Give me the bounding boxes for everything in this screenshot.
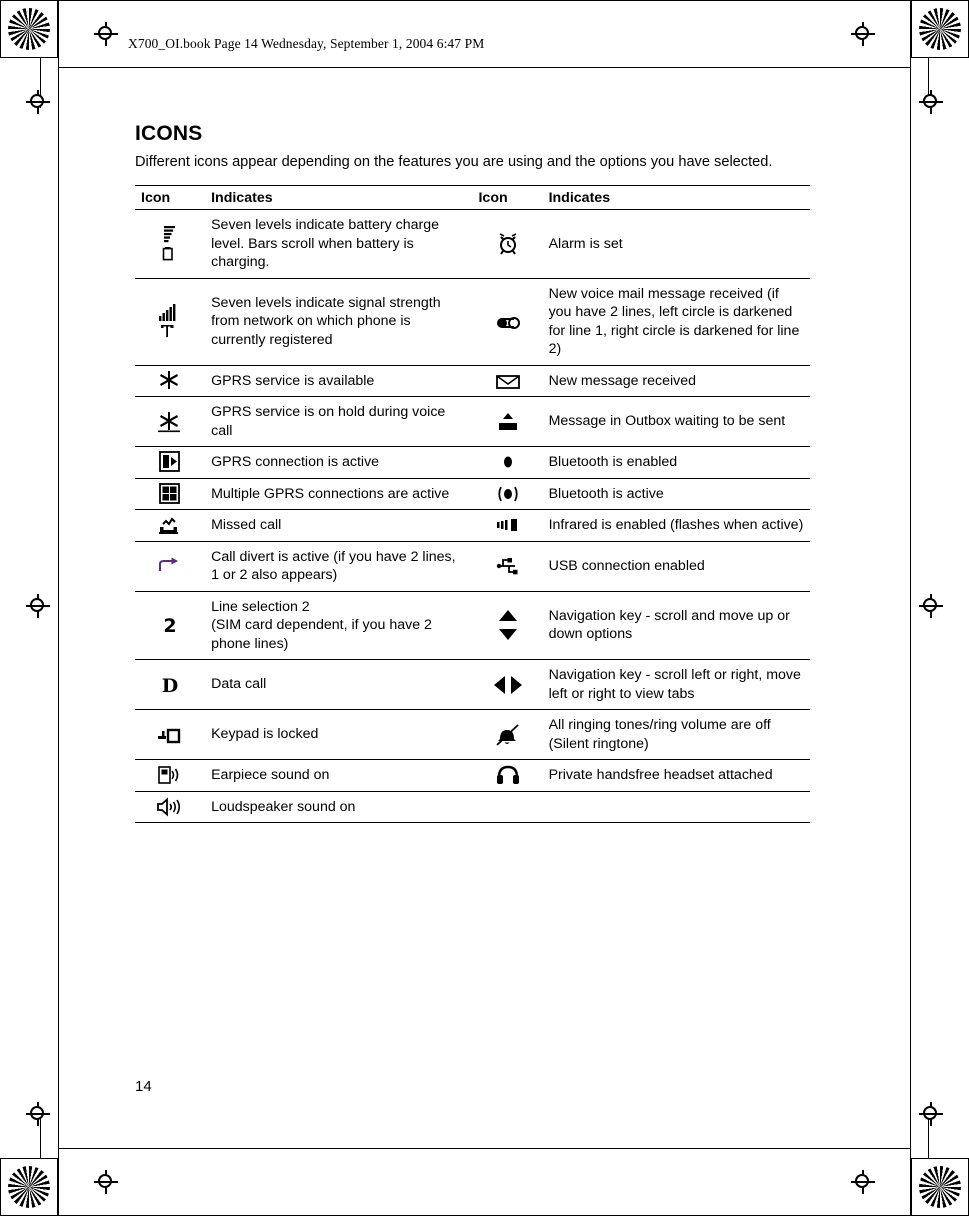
icons-table: Icon Indicates Icon Indicates Seven leve… — [135, 185, 810, 823]
icon-description-left: GPRS connection is active — [205, 446, 473, 479]
svg-text:D: D — [162, 675, 178, 697]
loudspeaker-icon — [135, 790, 206, 823]
icon-description-right: Navigation key - scroll left or right, m… — [542, 659, 810, 710]
gprs-active-icon — [135, 446, 206, 479]
icon-description-left: Line selection 2 (SIM card dependent, if… — [205, 590, 473, 660]
navigation-up-down-icon — [472, 590, 543, 660]
table-row: Seven levels indicate signal strength fr… — [135, 277, 810, 366]
registration-crosshair-left-bottom — [26, 1102, 50, 1126]
keypad-locked-icon — [135, 709, 206, 760]
column-header-indicates-right: Indicates — [542, 185, 810, 210]
registration-mark-top-left — [0, 0, 58, 58]
column-header-icon-right: Icon — [472, 185, 543, 210]
table-body: Seven levels indicate battery charge lev… — [135, 209, 810, 823]
registration-mark-top-right — [911, 0, 969, 58]
alarm-clock-icon — [472, 209, 543, 279]
icon-description-left: Missed call — [205, 509, 473, 542]
column-header-indicates-left: Indicates — [205, 185, 473, 210]
table-row: Missed call Infrared is enabled (flashes … — [135, 509, 810, 542]
icon-description-right: Message in Outbox waiting to be sent — [542, 396, 810, 447]
table-row: GPRS connection is active Bluetooth is en… — [135, 446, 810, 479]
battery-level-icon — [135, 209, 206, 279]
signal-strength-icon — [135, 277, 206, 366]
registration-crosshair-left-top — [26, 90, 50, 114]
icon-description-right: Bluetooth is enabled — [542, 446, 810, 479]
icon-description-left: Multiple GPRS connections are active — [205, 477, 473, 510]
icon-description-right: New voice mail message received (if you … — [542, 277, 810, 366]
silent-ringtone-icon — [472, 709, 543, 760]
table-row: Keypad is locked All ringing tones/ring v… — [135, 709, 810, 760]
registration-crosshair-bottom-left — [94, 1170, 118, 1194]
page-title: ICONS — [135, 122, 203, 145]
bluetooth-enabled-icon — [472, 446, 543, 479]
new-message-envelope-icon — [472, 364, 543, 397]
icon-description-right: Alarm is set — [542, 209, 810, 279]
table-row: Seven levels indicate battery charge lev… — [135, 209, 810, 279]
icon-description-left: Seven levels indicate battery charge lev… — [205, 209, 473, 279]
intro-paragraph: Different icons appear depending on the … — [135, 154, 773, 170]
registration-crosshair-right-middle — [919, 594, 943, 618]
column-header-icon-left: Icon — [135, 185, 206, 210]
trim-line-right — [910, 0, 911, 1216]
icon-description-right — [542, 790, 810, 823]
registration-crosshair-top-right — [851, 22, 875, 46]
registration-mark-bottom-left — [0, 1158, 58, 1216]
earpiece-sound-icon — [135, 759, 206, 792]
icon-description-right: Bluetooth is active — [542, 477, 810, 510]
registration-crosshair-bottom-right — [851, 1170, 875, 1194]
icon-cell-empty — [472, 790, 543, 823]
call-divert-icon — [135, 540, 206, 592]
icon-description-left: Keypad is locked — [205, 709, 473, 760]
voicemail-icon — [472, 277, 543, 366]
trim-line-footer — [58, 1148, 911, 1149]
table-row: GPRS service is available New message rec… — [135, 364, 810, 397]
bluetooth-active-icon — [472, 477, 543, 510]
registration-crosshair-right-bottom — [919, 1102, 943, 1126]
icon-description-right: New message received — [542, 364, 810, 397]
usb-connection-icon — [472, 540, 543, 592]
icon-description-left: Call divert is active (if you have 2 lin… — [205, 540, 473, 592]
trim-line-header — [58, 67, 911, 68]
trim-line-left — [58, 0, 59, 1216]
gprs-available-icon — [135, 364, 206, 397]
icon-description-left: Loudspeaker sound on — [205, 790, 473, 823]
icon-description-left: Earpiece sound on — [205, 759, 473, 792]
line-selection-2-icon: 2 — [135, 590, 206, 660]
page-number: 14 — [135, 1078, 152, 1095]
registration-crosshair-left-middle — [26, 594, 50, 618]
registration-crosshair-right-top — [919, 90, 943, 114]
icon-description-left: GPRS service is on hold during voice cal… — [205, 396, 473, 447]
table-row: Earpiece sound on Private handsfree heads… — [135, 759, 810, 792]
registration-mark-bottom-right — [911, 1158, 969, 1216]
table-row: Call divert is active (if you have 2 lin… — [135, 540, 810, 592]
multiple-gprs-icon — [135, 477, 206, 510]
icon-description-left: Data call — [205, 659, 473, 710]
page-content: ICONS Different icons appear depending o… — [135, 122, 835, 823]
table-row: GPRS service is on hold during voice cal… — [135, 396, 810, 447]
trim-line-top — [58, 0, 911, 1]
table-row: Multiple GPRS connections are active Blue… — [135, 477, 810, 510]
svg-text:2: 2 — [163, 615, 176, 637]
outbox-message-icon — [472, 396, 543, 447]
missed-call-icon — [135, 509, 206, 542]
icon-description-right: USB connection enabled — [542, 540, 810, 592]
infrared-icon — [472, 509, 543, 542]
table-row: D Data call Navigation key - scroll left o… — [135, 659, 810, 710]
registration-crosshair-top-left — [94, 22, 118, 46]
icon-description-right: Navigation key - scroll and move up or d… — [542, 590, 810, 660]
icon-description-left: GPRS service is available — [205, 364, 473, 397]
table-row: Loudspeaker sound on — [135, 790, 810, 823]
table-row: 2 Line selection 2 (SIM card dependent, i… — [135, 590, 810, 660]
headset-icon — [472, 759, 543, 792]
icon-description-left: Seven levels indicate signal strength fr… — [205, 277, 473, 366]
gprs-on-hold-icon — [135, 396, 206, 447]
icon-description-right: Infrared is enabled (flashes when active… — [542, 509, 810, 542]
icon-description-right: Private handsfree headset attached — [542, 759, 810, 792]
navigation-left-right-icon — [472, 659, 543, 710]
table-header-row: Icon Indicates Icon Indicates — [135, 185, 810, 210]
icon-description-right: All ringing tones/ring volume are off (S… — [542, 709, 810, 760]
data-call-icon: D — [135, 659, 206, 710]
running-head: X700_OI.book Page 14 Wednesday, Septembe… — [128, 36, 485, 51]
